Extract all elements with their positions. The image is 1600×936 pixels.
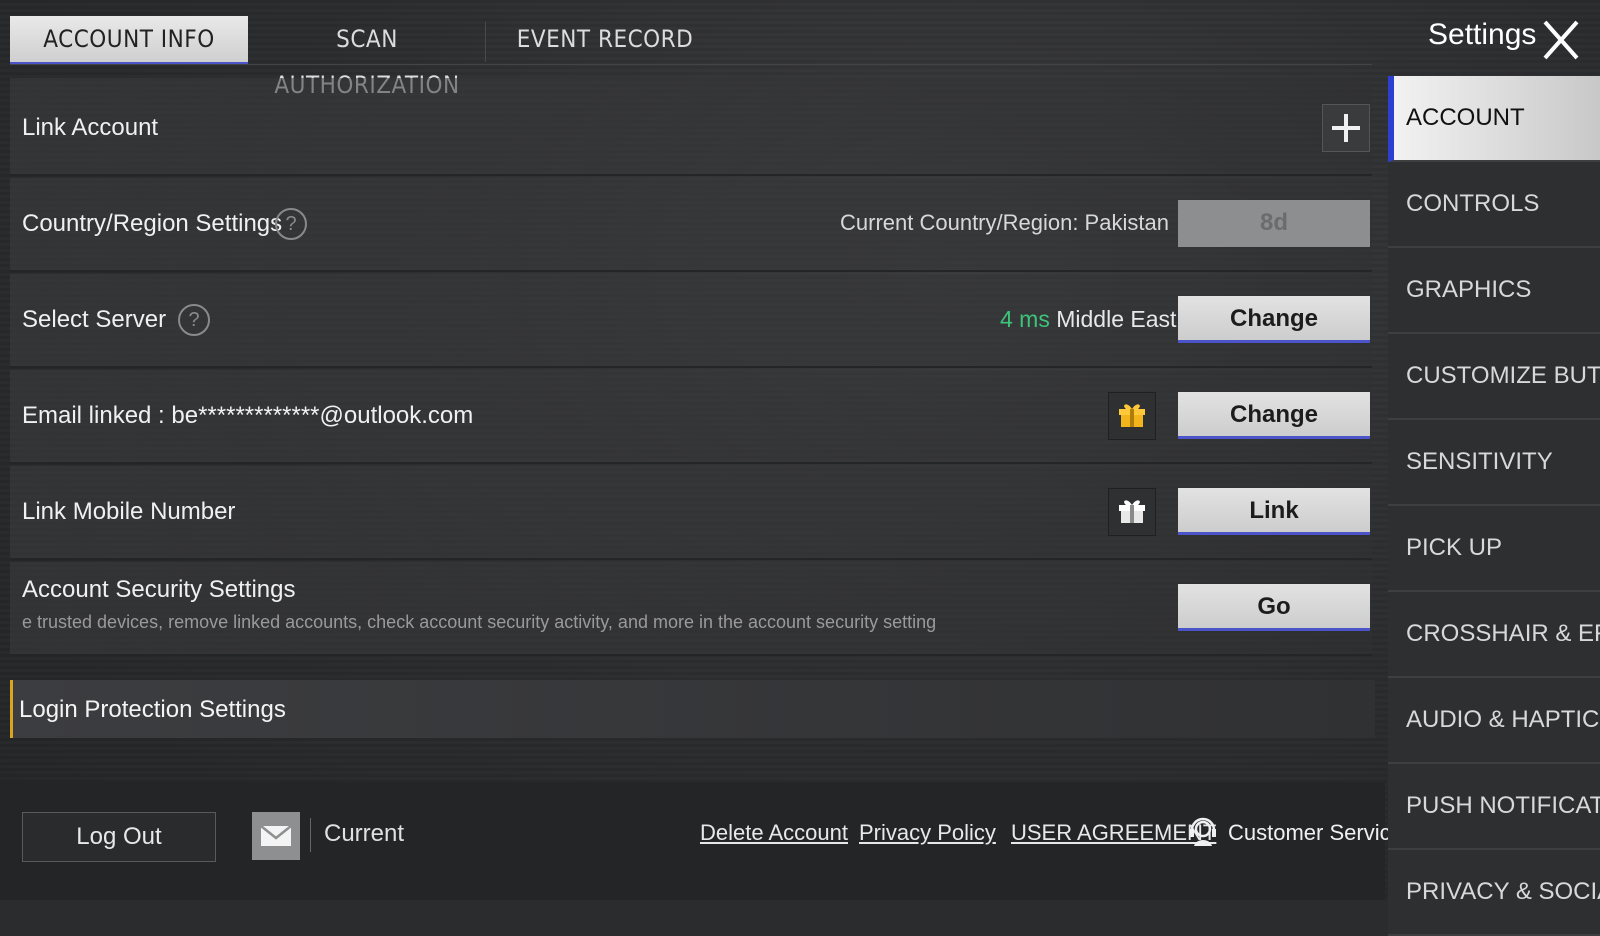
select-server-label: Select Server [22, 306, 167, 333]
server-region: Middle East [1056, 306, 1177, 332]
server-change-button[interactable]: Change [1178, 296, 1370, 343]
email-change-button[interactable]: Change [1178, 392, 1370, 439]
current-label: Current [324, 820, 405, 847]
mobile-row: Link Mobile Number Link [10, 466, 1372, 560]
current-country-text: Current Country/Region: Pakistan [840, 210, 1169, 235]
top-tabs: ACCOUNT INFO SCAN AUTHORIZATION EVENT RE… [10, 16, 724, 99]
sidebar-item-crosshair-effect[interactable]: CROSSHAIR & EFFECT [1388, 592, 1600, 678]
sidebar-item-graphics[interactable]: GRAPHICS [1388, 248, 1600, 334]
log-out-button[interactable]: Log Out [22, 812, 216, 862]
customer-service-label: Customer Service [1228, 820, 1403, 845]
settings-sidebar: ACCOUNT CONTROLS GRAPHICS CUSTOMIZE BUTT… [1388, 76, 1600, 936]
user-agreement-link[interactable]: USER AGREEMENT [1011, 820, 1216, 846]
sidebar-item-account[interactable]: ACCOUNT [1388, 76, 1600, 162]
close-icon [1543, 20, 1579, 60]
mobile-reward-button[interactable] [1108, 488, 1156, 536]
sidebar-item-pick-up[interactable]: PICK UP [1388, 506, 1600, 592]
page-title: Settings [1428, 18, 1537, 51]
sidebar-item-sensitivity[interactable]: SENSITIVITY [1388, 420, 1600, 506]
login-protection-section: Login Protection Settings [10, 680, 1375, 738]
close-button[interactable] [1535, 14, 1587, 66]
help-icon[interactable]: ? [275, 208, 307, 240]
headset-icon [1190, 817, 1216, 846]
security-description: e trusted devices, remove linked account… [22, 612, 937, 632]
server-ping: 4 ms [1000, 306, 1050, 332]
select-server-row: Select Server ? 4 ms Middle East Change [10, 274, 1372, 368]
section-title: Login Protection Settings [19, 696, 286, 723]
link-mobile-button[interactable]: Link [1178, 488, 1370, 535]
help-icon[interactable]: ? [178, 304, 210, 336]
plus-icon [1332, 114, 1360, 142]
country-cooldown-button: 8d [1178, 200, 1370, 247]
mail-icon [260, 825, 292, 846]
country-region-label: Country/Region Settings [22, 210, 283, 237]
tab-scan-authorization[interactable]: SCAN AUTHORIZATION [248, 16, 486, 99]
gift-icon [1119, 404, 1145, 427]
security-label: Account Security Settings [22, 576, 296, 603]
country-region-row: Country/Region Settings ? Current Countr… [10, 178, 1372, 272]
sidebar-item-privacy-social[interactable]: PRIVACY & SOCIAL [1388, 850, 1600, 936]
tabs-divider [10, 64, 1372, 65]
sidebar-item-customize-buttons[interactable]: CUSTOMIZE BUTTONS [1388, 334, 1600, 420]
link-account-label: Link Account [22, 114, 159, 141]
security-row: Account Security Settings e trusted devi… [10, 562, 1372, 656]
mail-button[interactable] [252, 812, 300, 860]
privacy-policy-link[interactable]: Privacy Policy [859, 820, 996, 846]
email-row: Email linked : be*************@outlook.c… [10, 370, 1372, 464]
tab-account-info[interactable]: ACCOUNT INFO [10, 16, 248, 65]
sidebar-item-audio-haptics[interactable]: AUDIO & HAPTICS [1388, 678, 1600, 764]
link-mobile-label: Link Mobile Number [22, 498, 236, 525]
server-status: 4 ms Middle East [1000, 306, 1176, 333]
divider [310, 818, 311, 852]
link-account-row: Link Account [10, 78, 1372, 176]
email-linked-label: Email linked : be*************@outlook.c… [22, 402, 474, 429]
email-reward-button[interactable] [1108, 392, 1156, 440]
sidebar-item-push-notifications[interactable]: PUSH NOTIFICATIONS [1388, 764, 1600, 850]
sidebar-item-controls[interactable]: CONTROLS [1388, 162, 1600, 248]
gift-icon [1119, 500, 1145, 523]
delete-account-link[interactable]: Delete Account [700, 820, 848, 846]
link-account-add-button[interactable] [1322, 104, 1370, 152]
tab-event-record[interactable]: EVENT RECORD [486, 16, 724, 62]
security-go-button[interactable]: Go [1178, 584, 1370, 631]
